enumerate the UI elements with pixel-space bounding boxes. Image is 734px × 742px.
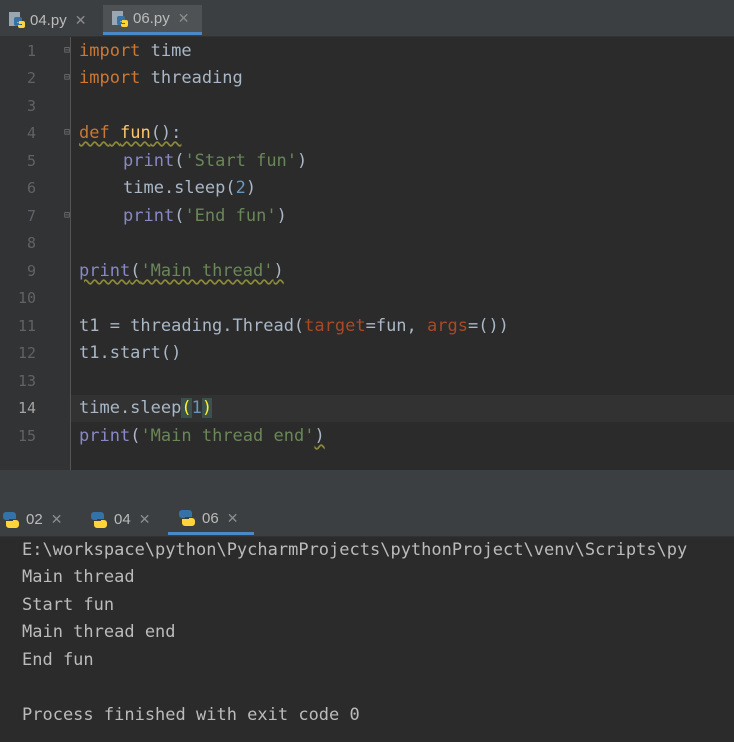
string-literal: 'Main thread' [140,261,274,281]
number-literal: 2 [235,178,246,198]
code-text: ) [314,426,325,446]
code-line-6: time.sleep(2) [123,175,256,202]
close-icon[interactable]: ✕ [227,510,239,527]
code-line-4: def fun(): [79,120,181,147]
close-icon[interactable]: ✕ [139,511,151,528]
string-literal: 'End fun' [184,206,277,226]
code-line-2: import threading [79,65,243,92]
python-icon [91,511,107,528]
code-line-14: time.sleep(1) [79,395,213,422]
fold-marker-icon[interactable]: ⊟ [64,46,74,56]
run-tab-bar: 02 ✕ 04 ✕ 06 ✕ [0,502,734,537]
line-number: 6 [26,179,36,197]
function-name: fun [119,123,151,143]
close-icon[interactable]: ✕ [51,511,63,528]
code-text: ( [174,151,185,171]
code-line-1: import time [79,38,192,65]
code-line-9: print('Main thread') [79,258,284,285]
run-tab-label: 04 [114,511,131,528]
python-file-icon [9,12,25,28]
code-text: time [140,41,192,61]
code-text: (): [150,123,182,143]
builtin-print: print [123,206,175,226]
number-literal: 1 [191,398,202,418]
line-number: 7 [26,207,36,225]
line-number: 8 [26,234,36,252]
tab-06-py[interactable]: 06.py ✕ [103,5,202,35]
run-console[interactable]: E:\workspace\python\PycharmProjects\pyth… [0,537,734,742]
line-number: 10 [17,289,36,307]
line-number: 2 [26,69,36,87]
fold-marker-icon[interactable]: ⊟ [64,211,74,221]
line-number: 12 [17,344,36,362]
code-text: t1 = threading.Thread( [79,316,305,336]
code-line-11: t1 = threading.Thread(target=fun, args=(… [79,313,509,340]
code-text: ( [174,206,185,226]
code-text: time.sleep [79,398,182,418]
code-text: =()) [467,316,509,336]
console-exit-line: Process finished with exit code 0 [22,705,360,725]
console-line: Main thread [22,567,135,587]
tab-label: 04.py [30,11,67,29]
tab-04-py[interactable]: 04.py ✕ [0,5,92,35]
close-icon[interactable]: ✕ [75,12,87,29]
line-number: 15 [17,427,36,445]
code-editor[interactable]: 1 2 3 4 5 6 7 8 9 10 11 12 13 14 15 ⊟ ⊟ … [0,37,734,470]
param-name: args [427,316,468,336]
code-text: ) [276,206,287,226]
code-line-12: t1.start() [79,343,182,363]
code-line-7: print('End fun') [123,203,287,230]
code-text: ( [130,426,141,446]
close-icon[interactable]: ✕ [178,10,190,27]
panel-divider[interactable] [0,470,734,502]
line-number: 4 [26,124,36,142]
string-literal: 'Start fun' [184,151,298,171]
code-line-5: print('Start fun') [123,148,307,175]
line-number: 13 [17,372,36,390]
builtin-print: print [79,426,131,446]
editor-tab-bar: 04.py ✕ 06.py ✕ [0,0,734,37]
keyword-import: import [79,41,141,61]
builtin-print: print [79,261,131,281]
run-tab-label: 06 [202,509,219,527]
brace-highlight: ) [201,398,213,418]
code-text: threading [140,68,243,88]
keyword-import: import [79,68,141,88]
code-text: time.sleep( [123,178,236,198]
fold-marker-icon[interactable]: ⊟ [64,73,74,83]
line-number: 3 [26,97,36,115]
brace-highlight: ( [181,398,192,418]
console-line: Start fun [22,595,115,615]
code-text: ) [273,261,284,281]
keyword-def: def [79,123,110,143]
line-number: 1 [26,42,36,60]
tab-label: 06.py [133,10,170,27]
code-text: ) [297,151,308,171]
fold-marker-icon[interactable]: ⊟ [64,128,74,138]
python-icon [3,511,19,528]
code-text: ) [245,178,257,198]
console-line: Main thread end [22,622,176,642]
line-number: 5 [26,152,36,170]
code-line-15: print('Main thread end') [79,423,325,450]
console-line: End fun [22,650,94,670]
line-number: 11 [17,317,36,335]
run-tab-06[interactable]: 06 ✕ [168,504,254,535]
run-tab-04[interactable]: 04 ✕ [88,504,158,535]
line-number: 9 [26,262,36,280]
string-literal: 'Main thread end' [140,426,315,446]
param-name: target [304,316,366,336]
run-tab-label: 02 [26,511,43,528]
run-tab-02[interactable]: 02 ✕ [0,504,70,535]
code-text: ( [130,261,141,281]
python-icon [179,510,195,526]
console-line: E:\workspace\python\PycharmProjects\pyth… [22,540,688,560]
code-text: =fun, [365,316,428,336]
line-number-current: 14 [17,399,36,417]
python-file-icon [112,10,128,27]
builtin-print: print [123,151,175,171]
